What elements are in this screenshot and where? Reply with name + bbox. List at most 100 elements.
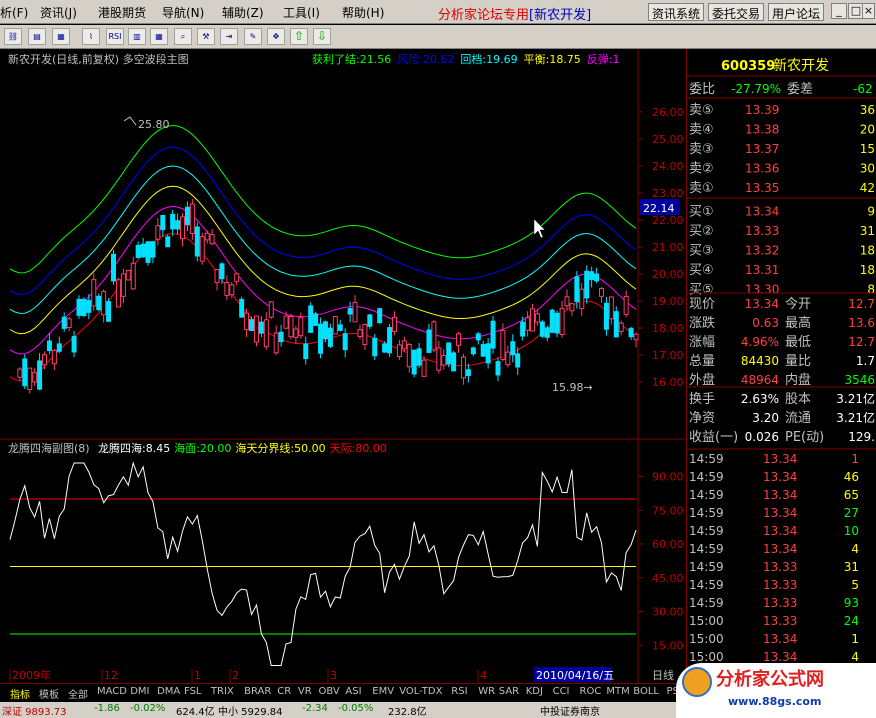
stat-value: 3.21亿 bbox=[836, 391, 875, 406]
candle-body bbox=[603, 302, 609, 330]
pencil-icon[interactable]: ✎ bbox=[244, 28, 262, 45]
y-tick-label: 19.00 bbox=[652, 295, 684, 308]
indicator-tab[interactable]: OBV bbox=[319, 686, 340, 697]
quote-table: 600359 新农开发 委比 -27.79% 委差 -62 卖⑤ 13.39 36 卖… bbox=[687, 58, 876, 664]
move-icon[interactable]: ✥ bbox=[267, 28, 285, 45]
indicator-tab[interactable]: 全部 bbox=[68, 686, 88, 701]
stat-value: 1.7 bbox=[856, 354, 875, 368]
indicator-tab[interactable]: BRAR bbox=[244, 686, 271, 697]
tick-volume: 4 bbox=[851, 542, 859, 556]
indicator-tab[interactable]: TRIX bbox=[211, 686, 234, 697]
menu-tools[interactable]: 工具(I) bbox=[283, 4, 320, 21]
candle-body bbox=[209, 234, 215, 245]
candle-body bbox=[51, 349, 57, 365]
candle-body bbox=[480, 344, 486, 357]
book-volume: 30 bbox=[860, 162, 875, 176]
tick-time: 14:59 bbox=[689, 470, 724, 484]
indicator-tab[interactable]: KDJ bbox=[526, 686, 543, 697]
stat-value: 3.21亿 bbox=[836, 410, 875, 425]
stat-label: 股本 bbox=[785, 392, 811, 407]
tick-volume: 10 bbox=[844, 524, 859, 538]
candle-body bbox=[61, 316, 67, 329]
chart-icon[interactable]: ⌇ bbox=[82, 28, 100, 45]
indicator-tab[interactable]: CR bbox=[277, 686, 291, 697]
stat-label: 量比 bbox=[785, 354, 811, 369]
indicator-tab[interactable]: VR bbox=[298, 686, 312, 697]
indicator-tab[interactable]: BOLL bbox=[633, 686, 659, 697]
indicator-tab[interactable]: 指标 bbox=[10, 686, 30, 701]
search-icon[interactable]: ⌕ bbox=[174, 28, 192, 45]
rsi-icon[interactable]: RSI bbox=[106, 28, 124, 45]
window-icon[interactable]: ▤ bbox=[28, 28, 46, 45]
candle-body bbox=[332, 316, 338, 335]
indicator-tab[interactable]: SAR bbox=[499, 686, 519, 697]
candle-body bbox=[421, 359, 427, 377]
stat-value: 48964 bbox=[741, 373, 779, 387]
link-icon[interactable]: ⛓ bbox=[4, 28, 22, 45]
logo-url: www.88gs.com bbox=[728, 695, 822, 708]
candle-body bbox=[180, 216, 186, 240]
x-tick-label: 3 bbox=[330, 669, 337, 682]
indicator-tab[interactable]: WR bbox=[478, 686, 495, 697]
sub-line-0: 龙腾四海:8.45 bbox=[98, 441, 170, 455]
indicator-tab[interactable]: ASI bbox=[345, 686, 361, 697]
sub-y-tick-label: 15.00 bbox=[652, 639, 684, 652]
menu-hk-futures[interactable]: 港股期货 bbox=[98, 4, 146, 21]
menu-help[interactable]: 帮助(H) bbox=[342, 4, 384, 21]
candle-body bbox=[579, 288, 585, 310]
indicator-tab[interactable]: EMV bbox=[372, 686, 394, 697]
status-sz-amount: 624.4亿 bbox=[176, 707, 215, 718]
indicator-tab[interactable]: MACD bbox=[97, 686, 127, 697]
weicha-value: -62 bbox=[853, 82, 873, 96]
book-price: 13.36 bbox=[745, 162, 779, 176]
kline-chart[interactable]: 26.00 25.00 24.00 23.00 22.00 21.00 20.00 19.00… bbox=[0, 49, 686, 683]
candle-body bbox=[27, 367, 33, 391]
calc-icon[interactable]: ▦ bbox=[52, 28, 70, 45]
menu-file[interactable]: 析(F) bbox=[0, 4, 28, 21]
low-label: 15.98→ bbox=[552, 381, 593, 394]
indicator-tab[interactable]: RSI bbox=[451, 686, 467, 697]
book-price: 13.37 bbox=[745, 142, 779, 156]
candle-body bbox=[357, 329, 363, 338]
trade-button[interactable]: 委托交易 bbox=[708, 3, 765, 21]
candle-body bbox=[308, 305, 314, 333]
period-label[interactable]: 日线 bbox=[652, 668, 674, 682]
indicator-tab[interactable]: CCI bbox=[553, 686, 570, 697]
arrow-up-icon[interactable]: ⇧ bbox=[290, 28, 308, 45]
grid-icon[interactable]: ▦ bbox=[150, 28, 168, 45]
stat-value: 129. bbox=[848, 430, 875, 444]
indicator-tab[interactable]: ROC bbox=[580, 686, 602, 697]
book-level-label: 卖⑤ bbox=[689, 103, 714, 118]
export-icon[interactable]: ⇥ bbox=[220, 28, 238, 45]
info-system-button[interactable]: 资讯系统 bbox=[648, 3, 705, 21]
formula-icon[interactable]: ▥ bbox=[128, 28, 146, 45]
candle-body bbox=[81, 298, 87, 316]
indicator-tab[interactable]: DMI bbox=[130, 686, 149, 697]
indicator-tab[interactable]: FSL bbox=[184, 686, 202, 697]
candle-body bbox=[214, 269, 220, 284]
stat-label: 涨跌 bbox=[689, 315, 715, 331]
forum-button[interactable]: 用户论坛 bbox=[768, 3, 825, 21]
candle-body bbox=[505, 351, 511, 366]
menu-news[interactable]: 资讯(J) bbox=[40, 4, 77, 21]
tick-time: 15:00 bbox=[689, 650, 724, 664]
arrow-down-icon[interactable]: ⇩ bbox=[313, 28, 331, 45]
indicator-tab[interactable]: VOL-TDX bbox=[399, 686, 442, 697]
indicator-tab[interactable]: DMA bbox=[157, 686, 180, 697]
candle-body bbox=[382, 343, 388, 353]
close-icon[interactable]: × bbox=[862, 3, 875, 19]
candle-body bbox=[490, 320, 496, 349]
minimize-icon[interactable]: _ bbox=[831, 3, 847, 19]
indicator-tab[interactable]: 模板 bbox=[39, 686, 59, 701]
menu-navigate[interactable]: 导航(N) bbox=[162, 4, 204, 21]
sub-line-1: 海面:20.00 bbox=[174, 441, 231, 455]
y-tick-label: 16.00 bbox=[652, 376, 684, 389]
candle-body bbox=[86, 299, 92, 313]
indicator-tab[interactable]: MTM bbox=[606, 686, 629, 697]
tick-time: 15:00 bbox=[689, 614, 724, 628]
book-level-label: 买⑤ bbox=[689, 283, 714, 298]
menu-assist[interactable]: 辅助(Z) bbox=[222, 4, 264, 21]
candle-body bbox=[569, 303, 575, 312]
tools-icon[interactable]: ⚒ bbox=[197, 28, 215, 45]
weicha-label: 委差 bbox=[787, 82, 813, 97]
